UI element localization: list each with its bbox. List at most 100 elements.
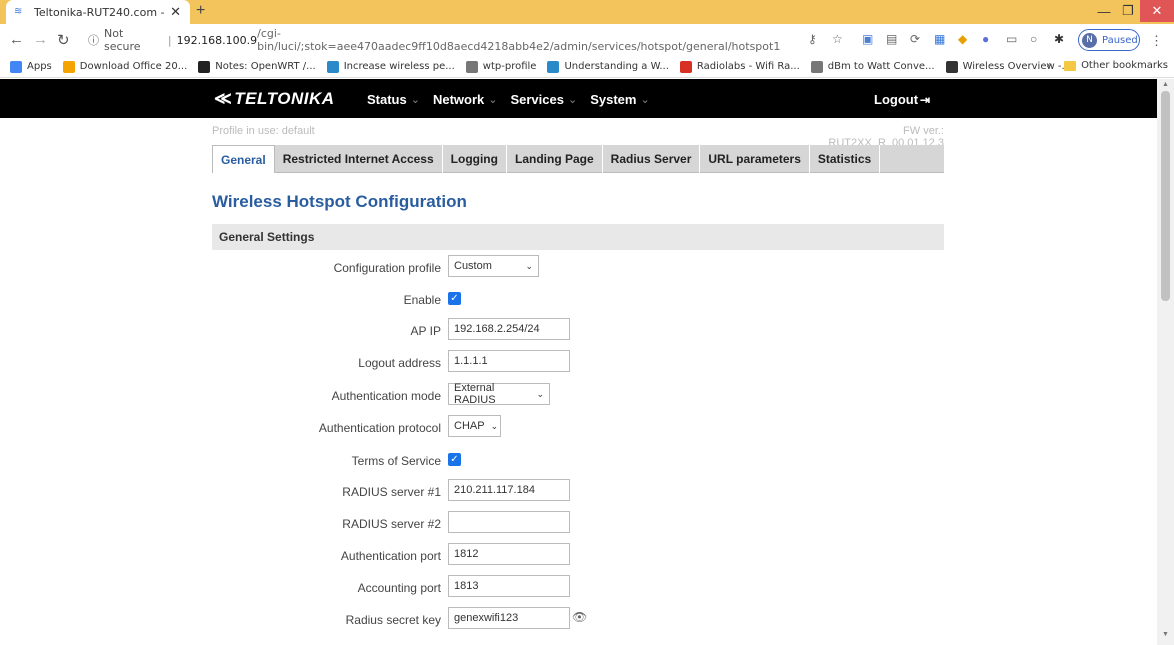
extension-icon[interactable]: ▭ <box>1006 32 1017 46</box>
auth-protocol-label: Authentication protocol <box>318 421 441 435</box>
puzzle-icon[interactable]: ✱ <box>1054 32 1064 46</box>
logout-address-label: Logout address <box>358 356 441 370</box>
bookmark-label: Download Office 20... <box>79 61 188 72</box>
chevron-down-icon: ⌄ <box>490 420 499 431</box>
tab-restricted-internet-access[interactable]: Restricted Internet Access <box>275 145 443 173</box>
ap-ip-label: AP IP <box>410 324 441 338</box>
tab-statistics[interactable]: Statistics <box>810 145 881 173</box>
menu-network[interactable]: Network ⌄ <box>433 92 498 107</box>
menu-services[interactable]: Services ⌄ <box>510 92 577 107</box>
bookmark-item[interactable]: dBm to Watt Conve... <box>810 60 935 73</box>
bookmark-item[interactable]: Download Office 20... <box>62 60 188 73</box>
tab-radius-server[interactable]: Radius Server <box>603 145 701 173</box>
extension-icon[interactable]: ◆ <box>958 32 967 46</box>
bookmark-item[interactable]: Understanding a W... <box>547 60 669 73</box>
terms-label: Terms of Service <box>351 454 441 468</box>
tab-logging[interactable]: Logging <box>443 145 507 173</box>
menu-status[interactable]: Status ⌄ <box>367 92 420 107</box>
globe-icon <box>810 60 823 73</box>
translate-extension-icon[interactable]: ▣ <box>862 32 873 46</box>
show-password-icon[interactable]: 👁 <box>572 610 587 624</box>
radius2-label: RADIUS server #2 <box>342 517 441 531</box>
more-bookmarks-icon[interactable]: » <box>1046 60 1052 71</box>
extension-icon[interactable]: ● <box>982 32 989 46</box>
router-page: ≪ TELTONIKA Status ⌄ Network ⌄ Services ⌄ Syste… <box>0 79 1157 645</box>
bookmarks-bar: Apps Download Office 20... Notes: OpenWRT … <box>0 56 1174 78</box>
profile-button[interactable]: N Paused <box>1078 29 1140 51</box>
scroll-up-icon[interactable]: ▲ <box>1162 81 1169 88</box>
tab-landing-page[interactable]: Landing Page <box>507 145 603 173</box>
extension-icon[interactable]: ⟳ <box>910 32 920 46</box>
bookmark-item[interactable]: Apps <box>10 60 52 73</box>
auth-port-input[interactable]: 1812 <box>448 543 570 565</box>
logout-button[interactable]: Logout ⇥ <box>874 92 930 107</box>
terms-row: Terms of Service ✓ <box>212 448 944 472</box>
extension-icon[interactable]: ▦ <box>934 32 945 46</box>
auth-mode-select[interactable]: External RADIUS ⌄ <box>448 382 550 406</box>
chevron-down-icon: ⌄ <box>525 260 533 271</box>
tab-url-parameters[interactable]: URL parameters <box>700 145 810 173</box>
config-profile-row: Configuration profile Custom ⌄ <box>212 255 944 279</box>
bookmark-label: Increase wireless pe... <box>343 61 455 72</box>
bookmark-label: Understanding a W... <box>564 61 669 72</box>
bookmark-item[interactable]: wtp-profile <box>465 60 537 73</box>
info-icon[interactable]: ⓘ <box>88 32 99 48</box>
page-scrollbar[interactable]: ▲ ▼ <box>1157 79 1174 645</box>
profile-status: Paused <box>1102 34 1138 46</box>
avatar: N <box>1082 32 1097 48</box>
teltonika-logo[interactable]: ≪ TELTONIKA <box>214 89 335 109</box>
auth-protocol-select[interactable]: CHAP ⌄ <box>448 415 501 437</box>
ap-ip-row: AP IP 192.168.2.254/24 <box>212 318 944 342</box>
wordpress-icon <box>326 60 339 73</box>
secret-label: Radius secret key <box>345 613 441 627</box>
window-close-icon[interactable]: ✕ <box>1140 0 1174 22</box>
forward-arrow-icon[interactable]: → <box>33 31 48 48</box>
top-navigation: ≪ TELTONIKA Status ⌄ Network ⌄ Services ⌄ Syste… <box>0 79 1157 118</box>
bookmark-label: wtp-profile <box>482 61 537 72</box>
address-bar[interactable]: ⓘ Not secure | 192.168.100.9/cgi-bin/luc… <box>80 27 800 53</box>
auth-mode-row: Authentication mode External RADIUS ⌄ <box>212 382 944 407</box>
bookmark-item[interactable]: Notes: OpenWRT /... <box>198 60 316 73</box>
radius2-input[interactable] <box>448 511 570 533</box>
key-icon[interactable]: ⚷ <box>808 32 817 46</box>
reload-icon[interactable]: ↻ <box>57 31 70 49</box>
terms-checkbox[interactable]: ✓ <box>448 453 461 466</box>
enable-checkbox[interactable]: ✓ <box>448 292 461 305</box>
bookmark-item[interactable]: Increase wireless pe... <box>326 60 455 73</box>
maximize-icon[interactable]: ❐ <box>1116 0 1140 22</box>
menu-label: Services <box>510 92 564 107</box>
auth-mode-value: External RADIUS <box>454 382 496 406</box>
radius1-input[interactable]: 210.211.117.184 <box>448 479 570 501</box>
browser-tab[interactable]: ≋ Teltonika-RUT240.com - General ✕ <box>6 0 190 24</box>
acct-port-input[interactable]: 1813 <box>448 575 570 597</box>
section-header: General Settings <box>212 224 944 250</box>
tab-general[interactable]: General <box>212 145 275 173</box>
close-tab-icon[interactable]: ✕ <box>170 4 181 20</box>
minimize-icon[interactable]: — <box>1092 0 1116 22</box>
config-profile-select[interactable]: Custom ⌄ <box>448 255 539 277</box>
auth-protocol-value: CHAP <box>454 420 485 432</box>
kebab-menu-icon[interactable]: ⋮ <box>1150 33 1163 49</box>
scroll-thumb[interactable] <box>1161 91 1170 301</box>
logout-address-input[interactable]: 1.1.1.1 <box>448 350 570 372</box>
chevron-down-icon: ⌄ <box>567 94 578 106</box>
config-profile-label: Configuration profile <box>333 261 441 275</box>
chevron-down-icon: ⌄ <box>640 94 650 106</box>
hotspot-tabs: General Restricted Internet Access Logging… <box>212 145 944 173</box>
ap-ip-input[interactable]: 192.168.2.254/24 <box>448 318 570 340</box>
apps-grid-icon <box>10 60 22 73</box>
other-bookmarks[interactable]: Other bookmarks <box>1081 60 1168 71</box>
back-arrow-icon[interactable]: ← <box>9 31 24 48</box>
scroll-down-icon[interactable]: ▼ <box>1162 631 1169 638</box>
new-tab-icon[interactable]: + <box>196 2 205 20</box>
browser-tab-strip: ≋ Teltonika-RUT240.com - General ✕ + — ❐… <box>0 0 1174 24</box>
extension-icon[interactable]: ▤ <box>886 32 897 46</box>
bookmark-item[interactable]: Radiolabs - Wifi Ra... <box>679 60 800 73</box>
secret-input[interactable]: genexwifi123 <box>448 607 570 629</box>
security-status: Not secure <box>104 27 141 53</box>
menu-label: Network <box>432 92 485 107</box>
bookmark-star-icon[interactable]: ☆ <box>832 32 843 46</box>
extension-icon[interactable]: ○ <box>1030 32 1037 46</box>
menu-system[interactable]: System ⌄ <box>590 92 649 107</box>
enable-label: Enable <box>403 293 441 307</box>
